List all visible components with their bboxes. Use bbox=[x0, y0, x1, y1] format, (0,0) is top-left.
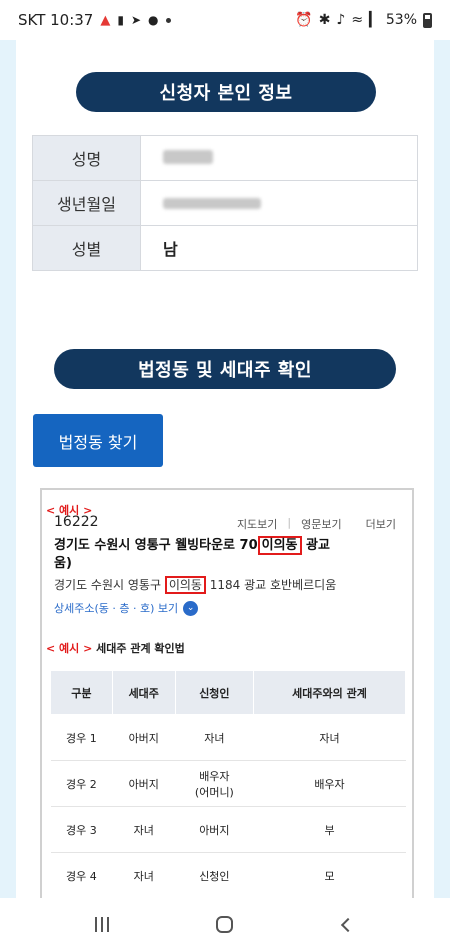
find-legal-dong-button[interactable]: 법정동 찾기 bbox=[33, 414, 163, 467]
relation-example-title: < 예시 > 세대주 관계 확인법 bbox=[46, 640, 185, 656]
notification-icon: ▲ bbox=[100, 12, 111, 28]
column-header: 세대주 bbox=[111, 670, 176, 715]
table-row: 성별 남 bbox=[32, 225, 418, 271]
table-cell: 자녀 bbox=[133, 869, 154, 883]
name-label: 성명 bbox=[32, 135, 141, 181]
map-link: 지도보기 bbox=[236, 518, 278, 531]
chevron-down-icon: ⌄ bbox=[183, 600, 199, 616]
table-cell: 경우 2 bbox=[50, 760, 113, 807]
recent-apps-button[interactable] bbox=[82, 910, 122, 940]
zip-code: 16222 bbox=[54, 514, 99, 530]
jibun-dong-highlight: 이의동 bbox=[164, 576, 206, 594]
relation-example-text: 세대주 관계 확인법 bbox=[92, 642, 185, 655]
blurred-name bbox=[163, 149, 213, 164]
jibun-address-suffix: 1184 광교 호반베르디움 bbox=[205, 578, 337, 592]
applicant-section-header: 신청자 본인 정보 bbox=[76, 72, 376, 112]
table-cell: 경우 1 bbox=[50, 714, 113, 761]
wifi-icon: ≈ bbox=[351, 12, 364, 28]
example-image: < 예시 > 16222 지도보기 | 영문보기 더보기 경기도 수원시 영통구… bbox=[40, 488, 414, 898]
table-cell: 배우자 bbox=[253, 760, 406, 807]
send-icon: ➤ bbox=[130, 13, 142, 27]
table-row: 생년월일 bbox=[32, 180, 418, 226]
bluetooth-icon: ✱ bbox=[318, 12, 331, 28]
jibun-address: 경기도 수원시 영통구 이의동 1184 광교 호반베르디움 bbox=[54, 576, 337, 594]
back-button[interactable] bbox=[328, 910, 368, 940]
more-notifications-icon bbox=[165, 17, 171, 23]
applicant-info-table: 성명 생년월일 성별 남 bbox=[32, 135, 418, 271]
table-header-row: 구분 세대주 신청인 세대주와의 관계 bbox=[50, 670, 406, 715]
relation-example-tag: < 예시 > bbox=[46, 642, 93, 655]
battery-icon bbox=[423, 12, 432, 28]
table-cell: 자녀 bbox=[112, 806, 176, 853]
table-cell: 경우 3 bbox=[50, 806, 113, 853]
page-frame: 신청자 본인 정보 성명 생년월일 성별 남 법정동 및 세대주 확인 법정동 … bbox=[0, 40, 450, 898]
table-cell: 자녀 bbox=[253, 714, 406, 761]
back-icon bbox=[341, 917, 356, 932]
navigation-bar bbox=[0, 898, 450, 951]
link-divider: | bbox=[287, 516, 292, 529]
table-cell: 배우자 (어머니) bbox=[175, 760, 254, 807]
mute-icon: ♪ bbox=[336, 12, 346, 28]
signal-icon: ▎ bbox=[369, 12, 380, 28]
home-button[interactable] bbox=[205, 910, 245, 940]
gender-label: 성별 bbox=[32, 225, 141, 271]
page-content: 신청자 본인 정보 성명 생년월일 성별 남 법정동 및 세대주 확인 법정동 … bbox=[16, 40, 434, 898]
detail-address-link: 상세주소(동 · 층 · 호) 보기 ⌄ bbox=[54, 600, 199, 616]
column-header: 구분 bbox=[50, 670, 113, 715]
legal-dong-section-header: 법정동 및 세대주 확인 bbox=[54, 349, 396, 389]
table-row: 경우 4 자녀 신청인 모 bbox=[51, 853, 406, 899]
relation-table: 구분 세대주 신청인 세대주와의 관계 경우 1 아버지 자녀 자녀 경우 2 아버지 배우… bbox=[50, 670, 406, 898]
table-row: 성명 bbox=[32, 135, 418, 181]
table-cell: 아버지 bbox=[112, 714, 176, 761]
english-link: 영문보기 bbox=[301, 518, 342, 531]
dong-highlight: 이의동 bbox=[257, 536, 302, 555]
column-header: 신청인 bbox=[174, 670, 255, 715]
column-header: 세대주와의 관계 bbox=[253, 670, 406, 715]
battery-percent: 53% bbox=[385, 12, 417, 28]
table-cell: 부 bbox=[253, 806, 406, 853]
carrier-time: SKT 10:37 bbox=[18, 11, 94, 29]
recent-apps-icon bbox=[94, 917, 109, 932]
table-cell: 경우 4 bbox=[66, 869, 97, 883]
alarm-icon: ⏰ bbox=[295, 12, 313, 28]
table-cell: 신청인 bbox=[199, 869, 230, 883]
table-cell: 아버지 bbox=[112, 760, 176, 807]
status-bar: SKT 10:37 ▲ ▮ ➤ ● ⏰ ✱ ♪ ≈ ▎ 53% bbox=[0, 0, 450, 40]
talk-icon: ● bbox=[148, 13, 159, 27]
blurred-birthdate bbox=[163, 197, 261, 209]
message-icon: ▮ bbox=[117, 13, 124, 27]
road-address-suffix: 광교 bbox=[301, 538, 330, 553]
name-value bbox=[140, 135, 418, 181]
road-address: 경기도 수원시 영통구 웰빙타운로 70 이의동 광교 움) bbox=[54, 536, 354, 573]
table-row: 경우 2 아버지 배우자 (어머니) 배우자 bbox=[50, 760, 406, 807]
jibun-address-text: 경기도 수원시 영통구 bbox=[54, 578, 165, 592]
table-row: 경우 1 아버지 자녀 자녀 bbox=[50, 714, 406, 761]
table-cell: 모 bbox=[324, 869, 335, 883]
table-cell: 자녀 bbox=[175, 714, 254, 761]
example-links: 지도보기 | 영문보기 더보기 bbox=[237, 516, 396, 532]
table-cell: 아버지 bbox=[175, 806, 254, 853]
birthdate-label: 생년월일 bbox=[32, 180, 141, 226]
birthdate-value bbox=[140, 180, 418, 226]
gender-value: 남 bbox=[140, 225, 418, 271]
home-icon bbox=[216, 916, 234, 933]
table-row: 경우 3 자녀 아버지 부 bbox=[50, 806, 406, 853]
road-address-line2: 움) bbox=[54, 556, 72, 571]
more-link: 더보기 bbox=[365, 518, 396, 531]
detail-address-text: 상세주소(동 · 층 · 호) 보기 bbox=[54, 602, 179, 615]
road-address-text: 경기도 수원시 영통구 웰빙타운로 70 bbox=[54, 538, 258, 553]
